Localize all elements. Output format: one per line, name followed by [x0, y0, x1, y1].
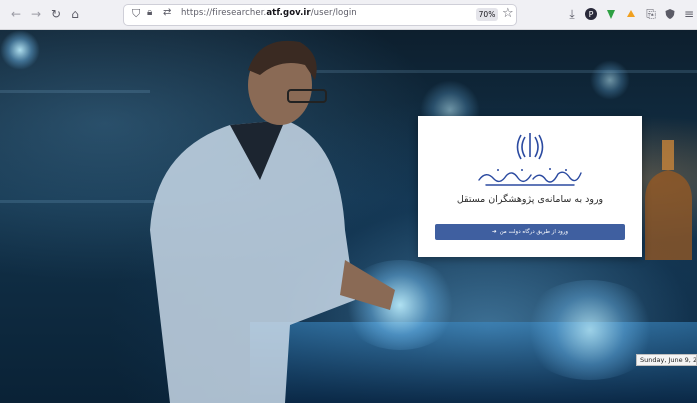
- zoom-indicator[interactable]: 70%: [476, 8, 498, 21]
- reload-icon[interactable]: ↻: [48, 6, 64, 22]
- permissions-icon[interactable]: ⇄: [163, 7, 171, 18]
- back-icon[interactable]: ←: [8, 6, 24, 22]
- date-tooltip: Sunday, June 9, 2024: [636, 354, 697, 366]
- svg-text:P: P: [589, 10, 594, 19]
- login-arrow-icon: ➔: [491, 229, 497, 235]
- download-icon[interactable]: ⤓: [564, 6, 580, 22]
- home-icon[interactable]: ⌂: [67, 6, 83, 22]
- login-my-government-button[interactable]: ورود از طریق درگاه دولت من ➔: [435, 224, 625, 240]
- extension-p-icon[interactable]: P: [583, 6, 599, 22]
- url-text[interactable]: https://firesearcher.atf.gov.ir/user/log…: [181, 8, 357, 18]
- scientist-figure: [150, 40, 395, 403]
- login-title: ورود به سامانه‌ی پژوهشگران مستقل: [456, 194, 604, 205]
- shield-extension-icon[interactable]: [662, 6, 678, 22]
- login-button-label: ورود از طریق درگاه دولت من: [499, 229, 569, 235]
- light-glow: [590, 60, 630, 100]
- shield-icon[interactable]: ⛉: [132, 7, 140, 21]
- login-card: ورود به سامانه‌ی پژوهشگران مستقل ورود از…: [418, 116, 642, 257]
- share-icon[interactable]: ⎘: [643, 6, 659, 22]
- browser-toolbar: ← → ↻ ⌂ ⛉ 🔒︎ ⇄ https://firesearcher.atf.…: [0, 0, 697, 30]
- emblem-logo: [516, 133, 544, 160]
- extension-green-icon[interactable]: [603, 6, 619, 22]
- bookmark-star-icon[interactable]: ☆: [502, 6, 514, 21]
- flask: [645, 140, 692, 260]
- lock-icon[interactable]: 🔒︎: [147, 7, 152, 18]
- extension-orange-icon[interactable]: [623, 6, 639, 22]
- menu-icon[interactable]: ≡: [681, 6, 697, 22]
- light-glow: [0, 30, 40, 70]
- forward-icon[interactable]: →: [28, 6, 44, 22]
- organization-calligraphy-logo: [478, 168, 582, 186]
- url-bar[interactable]: ⛉ 🔒︎ ⇄ https://firesearcher.atf.gov.ir/u…: [124, 5, 516, 25]
